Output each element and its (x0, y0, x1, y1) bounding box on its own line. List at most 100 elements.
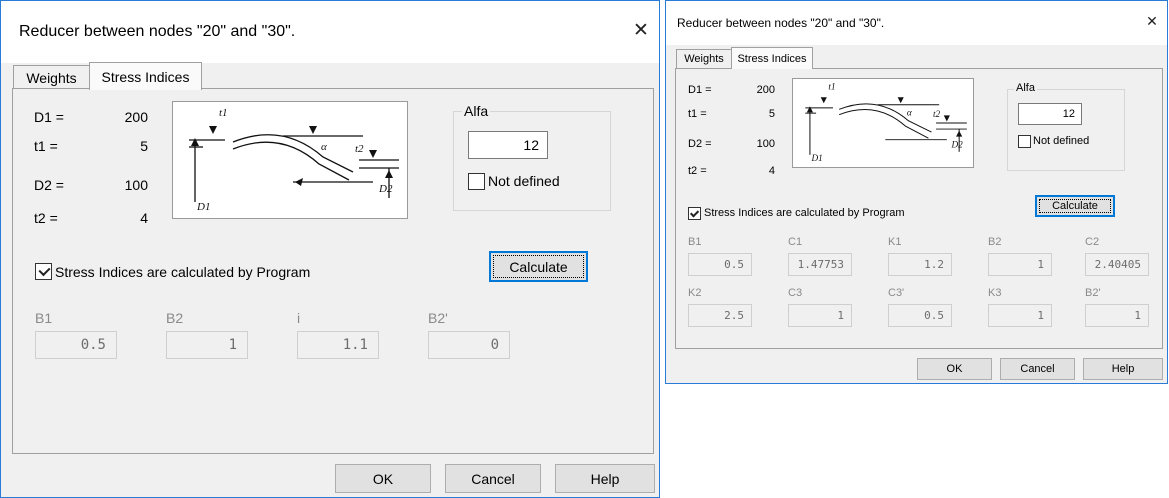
reducer-dialog-large: Reducer between nodes "20" and "30". ✕ W… (0, 0, 660, 498)
index-label-k3: K3 (988, 287, 1002, 299)
cancel-label: Cancel (471, 470, 515, 487)
param-label-t1: t1 = (34, 138, 58, 154)
param-value-d2: 100 (756, 138, 775, 150)
help-label: Help (590, 470, 620, 487)
alpha-arrow-down-icon (897, 97, 904, 104)
param-label-d2: D2 = (34, 177, 64, 193)
stress-indices-panel: D1 = 200 t1 = 5 D2 = 100 t2 = 4 t1 α t2 … (12, 88, 654, 454)
param-value-d1: 200 (124, 109, 148, 125)
index-value-c3-prime: 0.5 (888, 304, 952, 327)
calc-by-program-checkbox[interactable] (35, 263, 52, 280)
ok-label: OK (946, 363, 963, 375)
index-value-k3: 1 (988, 304, 1052, 327)
index-label-k2: K2 (688, 287, 702, 299)
cancel-label: Cancel (1020, 363, 1055, 375)
not-defined-checkbox[interactable] (468, 173, 485, 190)
cancel-button[interactable]: Cancel (445, 464, 541, 493)
reducer-upper-profile (838, 103, 932, 133)
title-bar: Reducer between nodes "20" and "30". ✕ (666, 1, 1167, 45)
param-value-d2: 100 (124, 177, 148, 193)
index-label-c3-prime: C3' (888, 287, 905, 299)
t1-arrow-down-icon (209, 126, 217, 134)
alfa-input[interactable]: 12 (1018, 103, 1082, 125)
index-label-c2: C2 (1085, 236, 1100, 248)
calculate-button[interactable]: Calculate (489, 251, 588, 282)
reducer-diagram: t1 α t2 D1 D2 (172, 101, 408, 219)
alfa-input[interactable]: 12 (468, 131, 548, 159)
index-label-c3: C3 (788, 287, 803, 299)
tab-stress-indices[interactable]: Stress Indices (89, 62, 202, 90)
dialog-title: Reducer between nodes "20" and "30". (677, 16, 885, 30)
tab-label: Stress Indices (101, 68, 190, 85)
d1-diagram-label: D1 (196, 201, 210, 213)
index-label-i: i (297, 310, 301, 326)
t1-arrow-down-icon (820, 97, 827, 104)
calculate-label: Calculate (509, 258, 568, 275)
index-label-b2: B2 (988, 236, 1002, 248)
param-label-d1: D1 = (688, 84, 712, 96)
d1-diagram-label: D1 (810, 153, 822, 163)
cancel-button[interactable]: Cancel (1000, 358, 1075, 380)
calc-by-program-label: Stress Indices are calculated by Program (55, 264, 311, 280)
t2-arrow-down-icon (369, 150, 377, 158)
d2-diagram-label: D2 (378, 183, 393, 195)
index-value-b2: 1 (988, 253, 1052, 276)
d1-arrow-up-icon (806, 106, 813, 113)
not-defined-label: Not defined (1033, 135, 1090, 147)
ok-button[interactable]: OK (335, 464, 431, 493)
alpha-arrow-down-icon (309, 126, 317, 134)
param-label-t1: t1 = (688, 108, 707, 120)
alfa-group-title: Alfa (462, 103, 491, 119)
index-value-c1: 1.47753 (788, 253, 852, 276)
reducer-diagram-drawing: t1 α t2 D1 D2 (805, 82, 967, 163)
title-bar: Reducer between nodes "20" and "30". ✕ (1, 1, 659, 63)
tab-weights[interactable]: Weights (676, 49, 732, 68)
index-value-c3: 1 (788, 304, 852, 327)
stress-indices-panel: D1 = 200 t1 = 5 D2 = 100 t2 = 4 t1 α t2 … (675, 68, 1163, 349)
param-value-t1: 5 (140, 138, 148, 154)
d2-arrow-up-icon (956, 130, 963, 137)
t1-label: t1 (828, 82, 835, 92)
d1-arrow-up-icon (191, 138, 199, 146)
param-label-t2: t2 = (688, 165, 707, 177)
not-defined-label: Not defined (488, 173, 560, 189)
param-value-d1: 200 (756, 84, 775, 96)
calc-by-program-checkbox[interactable] (688, 207, 701, 220)
tab-label: Stress Indices (737, 52, 807, 65)
not-defined-checkbox[interactable] (1018, 135, 1031, 148)
param-value-t2: 4 (140, 210, 148, 226)
tab-label: Weights (26, 69, 77, 86)
close-icon[interactable]: ✕ (626, 19, 656, 42)
dialog-title: Reducer between nodes "20" and "30". (19, 23, 296, 40)
help-button[interactable]: Help (555, 464, 655, 493)
index-label-b2-prime: B2' (1085, 287, 1101, 299)
ok-button[interactable]: OK (917, 358, 992, 380)
t2-label: t2 (355, 143, 364, 155)
param-value-t2: 4 (768, 165, 775, 177)
index-value-k2: 2.5 (688, 304, 752, 327)
close-icon[interactable]: ✕ (1141, 13, 1163, 30)
index-label-b2-prime: B2' (428, 310, 448, 326)
help-button[interactable]: Help (1083, 358, 1163, 380)
reducer-diagram: t1 α t2 D1 D2 (792, 78, 974, 168)
alfa-group (453, 111, 611, 211)
alpha-label: α (907, 107, 912, 117)
reducer-dialog-small: Reducer between nodes "20" and "30". ✕ W… (665, 0, 1168, 384)
t2-label: t2 (933, 109, 941, 119)
param-label-d1: D1 = (34, 109, 64, 125)
d2-arrow-left-icon (295, 178, 303, 186)
index-value-b2: 1 (166, 331, 248, 359)
index-value-b2-prime: 0 (428, 331, 510, 359)
index-value-b1: 0.5 (688, 253, 752, 276)
calculate-button[interactable]: Calculate (1035, 195, 1115, 217)
param-value-t1: 5 (768, 108, 775, 120)
index-value-k1: 1.2 (888, 253, 952, 276)
tab-stress-indices[interactable]: Stress Indices (731, 47, 813, 69)
d2-arrow-up-icon (385, 170, 393, 178)
index-label-b1: B1 (688, 236, 702, 248)
tab-weights[interactable]: Weights (13, 65, 90, 89)
t1-label: t1 (219, 107, 228, 119)
alfa-group (1007, 89, 1125, 171)
index-value-b2-prime: 1 (1085, 304, 1149, 327)
index-label-k1: K1 (888, 236, 902, 248)
